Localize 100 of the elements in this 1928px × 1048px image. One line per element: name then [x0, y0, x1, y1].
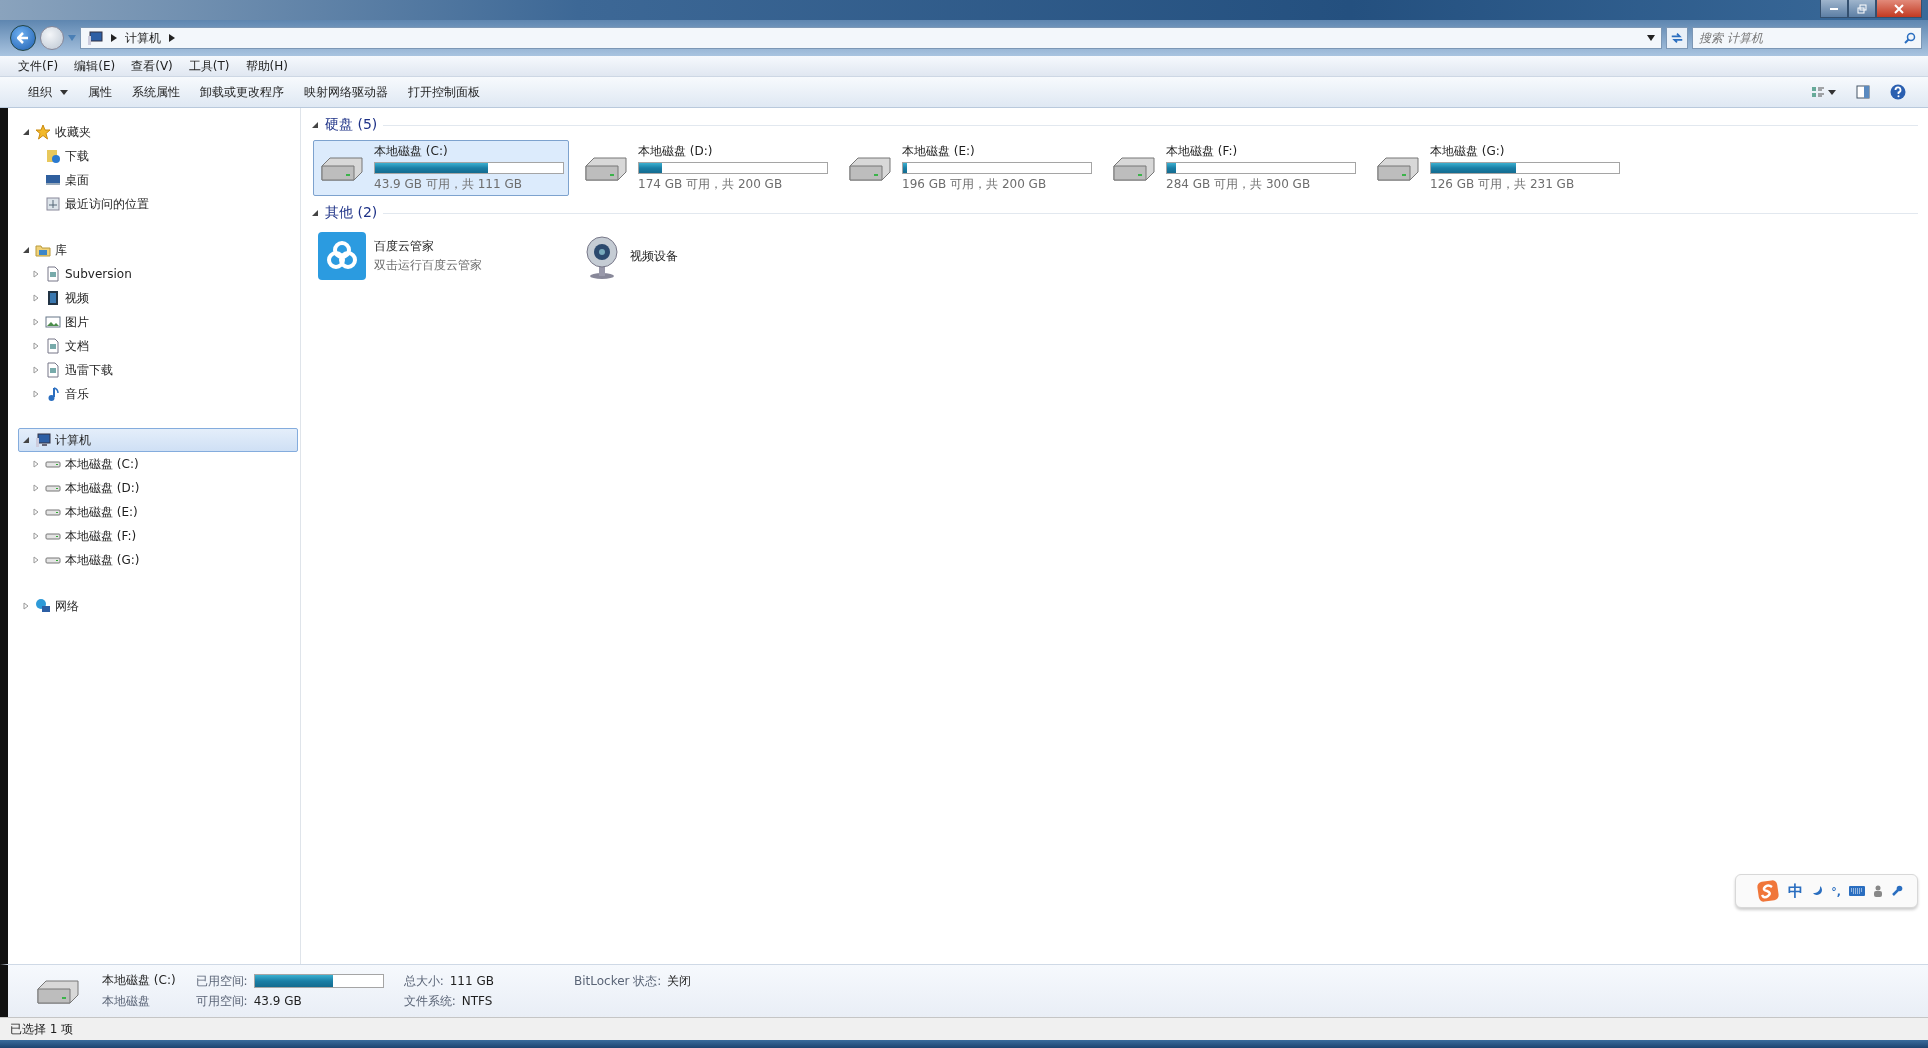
- wrench-icon[interactable]: [1891, 885, 1903, 897]
- recent-icon: [45, 196, 61, 212]
- expanded-arrow-icon[interactable]: [22, 128, 30, 136]
- nav-item[interactable]: 计算机: [18, 428, 298, 452]
- collapsed-arrow-icon[interactable]: [32, 366, 40, 374]
- drive-tile[interactable]: 本地磁盘 (D:) 174 GB 可用，共 200 GB: [577, 140, 833, 196]
- menu-item[interactable]: 文件(F): [10, 55, 67, 77]
- refresh-button[interactable]: [1666, 27, 1688, 49]
- nav-item[interactable]: 本地磁盘 (G:): [28, 548, 298, 572]
- breadcrumb[interactable]: 计算机: [125, 29, 161, 47]
- nav-item[interactable]: 文档: [28, 334, 298, 358]
- moon-icon[interactable]: [1811, 885, 1824, 897]
- picture-icon: [45, 314, 61, 330]
- close-icon: [1894, 3, 1904, 14]
- toolbar-button[interactable]: 打开控制面板: [398, 80, 490, 104]
- nav-item[interactable]: Subversion: [28, 262, 298, 286]
- minimize-button[interactable]: [1820, 0, 1848, 18]
- nav-item[interactable]: 本地磁盘 (F:): [28, 524, 298, 548]
- expanded-arrow-icon[interactable]: [22, 436, 30, 444]
- drive-tile[interactable]: 本地磁盘 (G:) 126 GB 可用，共 231 GB: [1369, 140, 1625, 196]
- field-label: 总大小:: [403, 972, 444, 990]
- desktop-icon: [45, 172, 61, 188]
- drive-tile[interactable]: 本地磁盘 (F:) 284 GB 可用，共 300 GB: [1105, 140, 1361, 196]
- collapsed-arrow-icon[interactable]: [32, 294, 40, 302]
- drive-icon: [45, 484, 61, 492]
- field-value: 关闭: [667, 972, 692, 990]
- library-icon: [35, 242, 51, 258]
- nav-item[interactable]: 最近访问的位置: [28, 192, 298, 216]
- doc-icon: [45, 338, 61, 354]
- nav-item[interactable]: 音乐: [28, 382, 298, 406]
- collapsed-arrow-icon[interactable]: [22, 602, 30, 610]
- collapsed-arrow-icon[interactable]: [32, 532, 40, 540]
- field-value: NTFS: [461, 994, 493, 1008]
- item-description: 284 GB 可用，共 300 GB: [1166, 176, 1312, 193]
- nav-item[interactable]: 下载: [28, 144, 298, 168]
- keyboard-icon[interactable]: [1849, 886, 1865, 896]
- nav-item[interactable]: 收藏夹: [18, 120, 298, 144]
- menu-item[interactable]: 编辑(E): [66, 55, 124, 77]
- group-header[interactable]: 硬盘 (5): [325, 116, 378, 134]
- collapsed-arrow-icon[interactable]: [32, 270, 40, 278]
- collapsed-arrow-icon[interactable]: [32, 390, 40, 398]
- back-button[interactable]: [10, 25, 36, 51]
- toolbar-button[interactable]: 映射网络驱动器: [294, 80, 398, 104]
- nav-item[interactable]: 迅雷下载: [28, 358, 298, 382]
- dropdown-arrow-icon[interactable]: [1647, 35, 1655, 41]
- field-value: 43.9 GB: [253, 994, 302, 1008]
- nav-item[interactable]: 库: [18, 238, 298, 262]
- item-description: 196 GB 可用，共 200 GB: [902, 176, 1048, 193]
- search-icon[interactable]: [1904, 32, 1916, 44]
- nav-item[interactable]: 桌面: [28, 168, 298, 192]
- breadcrumb-arrow-icon[interactable]: [111, 34, 117, 42]
- expanded-arrow-icon[interactable]: [22, 246, 30, 254]
- nav-item[interactable]: 网络: [18, 594, 298, 618]
- breadcrumb-arrow-icon[interactable]: [169, 34, 175, 42]
- toolbar-button[interactable]: 组织: [18, 80, 78, 104]
- toolbar-button[interactable]: 卸载或更改程序: [190, 80, 294, 104]
- menu-item[interactable]: 工具(T): [180, 55, 238, 77]
- collapsed-arrow-icon[interactable]: [32, 460, 40, 468]
- search-field[interactable]: 搜索 计算机: [1692, 27, 1922, 49]
- drive-tile[interactable]: 本地磁盘 (E:) 196 GB 可用，共 200 GB: [841, 140, 1097, 196]
- collapsed-arrow-icon[interactable]: [32, 342, 40, 350]
- menu-item[interactable]: 查看(V): [123, 55, 181, 77]
- drive-tile[interactable]: 本地磁盘 (C:) 43.9 GB 可用，共 111 GB: [313, 140, 569, 196]
- view-list-icon: [1812, 86, 1836, 98]
- nav-item[interactable]: 本地磁盘 (E:): [28, 500, 298, 524]
- status-text: 已选择 1 项: [10, 1020, 74, 1038]
- nav-item[interactable]: 图片: [28, 310, 298, 334]
- back-arrow-icon: [17, 32, 29, 44]
- input-mode-toggle[interactable]: 中: [1788, 881, 1804, 901]
- restore-button[interactable]: [1848, 0, 1876, 18]
- group-header[interactable]: 其他 (2): [325, 204, 378, 222]
- input-method-logo-icon[interactable]: [1756, 879, 1781, 903]
- user-icon[interactable]: [1873, 885, 1883, 897]
- download-icon: [45, 148, 61, 164]
- toolbar-button[interactable]: 属性: [78, 80, 122, 104]
- item-name: 本地磁盘 (E:): [902, 143, 976, 160]
- field-label: 已用空间:: [195, 972, 248, 990]
- collapsed-arrow-icon[interactable]: [32, 508, 40, 516]
- nav-item[interactable]: 本地磁盘 (D:): [28, 476, 298, 500]
- close-button[interactable]: [1876, 0, 1922, 18]
- item-tile[interactable]: 视频设备: [577, 228, 833, 284]
- expanded-arrow-icon[interactable]: [311, 121, 319, 129]
- address-bar[interactable]: 计算机: [80, 27, 1662, 49]
- computer-icon: [35, 432, 51, 448]
- refresh-icon: [1670, 31, 1684, 45]
- item-tile[interactable]: 百度云管家 双击运行百度云管家: [313, 228, 569, 284]
- nav-item[interactable]: 本地磁盘 (C:): [28, 452, 298, 476]
- collapsed-arrow-icon[interactable]: [32, 484, 40, 492]
- collapsed-arrow-icon[interactable]: [32, 556, 40, 564]
- video-icon: [45, 290, 61, 306]
- computer-icon: [87, 30, 103, 46]
- collapsed-arrow-icon[interactable]: [32, 318, 40, 326]
- drive-type: 本地磁盘: [102, 993, 151, 1010]
- nav-item[interactable]: 视频: [28, 286, 298, 310]
- expanded-arrow-icon[interactable]: [311, 209, 319, 217]
- item-description: 174 GB 可用，共 200 GB: [638, 176, 784, 193]
- punctuation-toggle[interactable]: °,: [1831, 884, 1841, 898]
- menu-item[interactable]: 帮助(H): [237, 55, 296, 77]
- item-description: 双击运行百度云管家: [374, 257, 483, 274]
- toolbar-button[interactable]: 系统属性: [122, 80, 190, 104]
